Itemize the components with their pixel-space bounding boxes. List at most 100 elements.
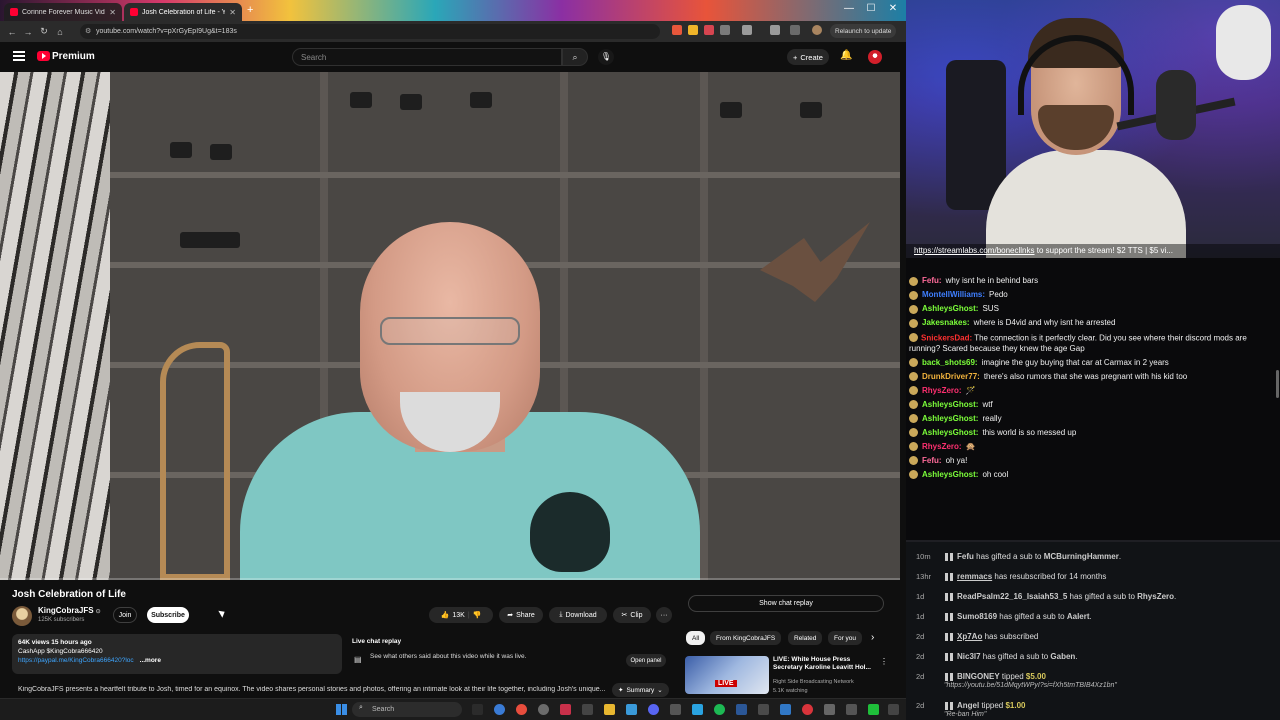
chat-scrollbar[interactable] [1276,370,1279,398]
taskbar-search[interactable]: ⌕ Search [352,702,462,717]
chat-username[interactable]: AshleysGhost: [922,428,978,438]
task-view-icon[interactable] [472,704,483,715]
file-explorer-icon[interactable] [604,704,615,715]
chip-next-icon[interactable]: › [871,632,874,643]
description-box[interactable]: 64K views 15 hours ago CashApp $KingCobr… [12,634,342,674]
event-target[interactable]: Aalert [1067,612,1090,621]
app-icon[interactable] [538,704,549,715]
app-icon[interactable] [802,704,813,715]
chat-username[interactable]: back_shots69: [922,358,978,368]
account-avatar[interactable] [868,50,882,64]
extension-icon[interactable] [720,25,730,35]
close-window-button[interactable]: ✕ [886,3,900,14]
new-tab-button[interactable]: + [247,4,253,16]
app-icon[interactable] [758,704,769,715]
event-user[interactable]: Fefu [957,552,974,561]
chrome-icon[interactable] [516,704,527,715]
address-bar[interactable]: ⚙ youtube.com/watch?v=pXrGyEpI9Ug&t=183s [80,24,660,39]
brand-label[interactable]: Premium [52,51,95,62]
clip-button[interactable]: ✂ Clip [613,607,651,623]
voice-search-button[interactable]: 🎙 [598,49,614,65]
chat-username[interactable]: RhysZero: [922,442,962,452]
paypal-link[interactable]: https://paypal.me/KingCobra666420?loc [18,657,134,664]
thumbs-up-icon[interactable]: 👍 [441,611,450,619]
home-icon[interactable]: ⌂ [52,27,68,37]
app-icon[interactable] [846,704,857,715]
menu-icon[interactable] [13,51,25,61]
notifications-bell-icon[interactable]: 🔔 [840,50,852,61]
app-icon[interactable] [560,704,571,715]
event-user[interactable]: remmacs [957,572,992,581]
chat-username[interactable]: AshleysGhost: [922,400,978,410]
spotify-icon[interactable] [714,704,725,715]
search-input[interactable]: Search [292,48,562,66]
app-icon[interactable] [626,704,637,715]
app-icon[interactable] [824,704,835,715]
chat-username[interactable]: Jakesnakes: [922,318,970,328]
more-link[interactable]: ...more [140,657,161,664]
share-button[interactable]: ➦ Share [499,607,543,623]
minimize-button[interactable]: — [842,3,856,14]
recommendation-title[interactable]: LIVE: White House Press Secretary Karoli… [773,656,878,672]
cast-icon[interactable] [790,25,800,35]
chat-username[interactable]: AshleysGhost: [922,414,978,424]
event-target[interactable]: Gaben [1050,652,1075,661]
tab-corinne[interactable]: Corinne Forever Music Video - ✕ [4,3,122,21]
reload-icon[interactable]: ↻ [36,26,52,37]
chat-username[interactable]: DrunkDriver77: [922,372,980,382]
event-user[interactable]: Sumo8169 [957,612,997,621]
app-icon[interactable] [582,704,593,715]
app-icon[interactable] [868,704,879,715]
like-dislike-button[interactable]: 👍 13K | 👎 [429,607,493,623]
app-icon[interactable] [736,704,747,715]
event-user[interactable]: Nic3l7 [957,652,981,661]
event-user[interactable]: BINGONEY [957,672,1000,681]
channel-name[interactable]: KingCobraJFS ⊙ [38,606,101,615]
subscribe-button[interactable]: Subscribe [147,607,189,623]
chat-username[interactable]: AshleysGhost: [922,470,978,480]
close-tab-icon[interactable]: ✕ [229,8,236,17]
chip-for-you[interactable]: For you [828,631,863,645]
channel-avatar[interactable] [12,606,32,626]
chat-username[interactable]: AshleysGhost: [922,304,978,314]
recommendation-channel[interactable]: Right Side Broadcasting Network [773,679,854,685]
extension-icon[interactable] [704,25,714,35]
chat-username[interactable]: Fefu: [922,276,942,286]
youtube-logo-icon[interactable] [37,51,50,61]
progress-bar[interactable] [0,578,900,580]
tab-josh[interactable]: Josh Celebration of Life - Y ✕ [124,3,242,21]
forward-icon[interactable]: → [20,27,36,37]
app-icon[interactable] [670,704,681,715]
edge-icon[interactable] [494,704,505,715]
show-chat-replay-button[interactable]: Show chat replay [688,595,884,612]
extension-icon[interactable] [688,25,698,35]
event-user[interactable]: Angel [957,701,979,710]
more-actions-button[interactable]: ··· [656,607,672,623]
chip-all[interactable]: All [686,631,706,645]
chat-username[interactable]: MontellWilliams: [922,290,985,300]
extension-icon[interactable] [672,25,682,35]
app-icon[interactable] [888,704,899,715]
chat-username[interactable]: SnickersDad: [921,334,972,343]
chat-username[interactable]: RhysZero: [922,386,962,396]
relaunch-button[interactable]: Relaunch to update [830,24,897,38]
app-icon[interactable] [780,704,791,715]
site-info-icon[interactable]: ⚙ [85,27,91,35]
video-player[interactable] [0,72,900,580]
close-tab-icon[interactable]: ✕ [109,8,116,17]
back-icon[interactable]: ← [4,27,20,37]
maximize-button[interactable]: ☐ [864,3,878,14]
download-icon[interactable] [770,25,780,35]
extensions-puzzle-icon[interactable] [742,25,752,35]
summary-button[interactable]: ✦ Summary ⌄ [612,683,669,697]
create-button[interactable]: + Create [787,49,829,65]
search-button[interactable]: ⌕ [562,48,588,66]
event-user[interactable]: Xp7Ao [957,632,982,641]
event-target[interactable]: MCBurningHammer [1044,552,1119,561]
thumbs-down-icon[interactable]: 👎 [473,611,482,619]
join-button[interactable]: Join [113,607,137,623]
chip-from-channel[interactable]: From KingCobraJFS [710,631,782,645]
chip-related[interactable]: Related [788,631,823,645]
event-user[interactable]: ReadPsalm22_16_Isaiah53_5 [957,592,1067,601]
chat-username[interactable]: Fefu: [922,456,942,466]
